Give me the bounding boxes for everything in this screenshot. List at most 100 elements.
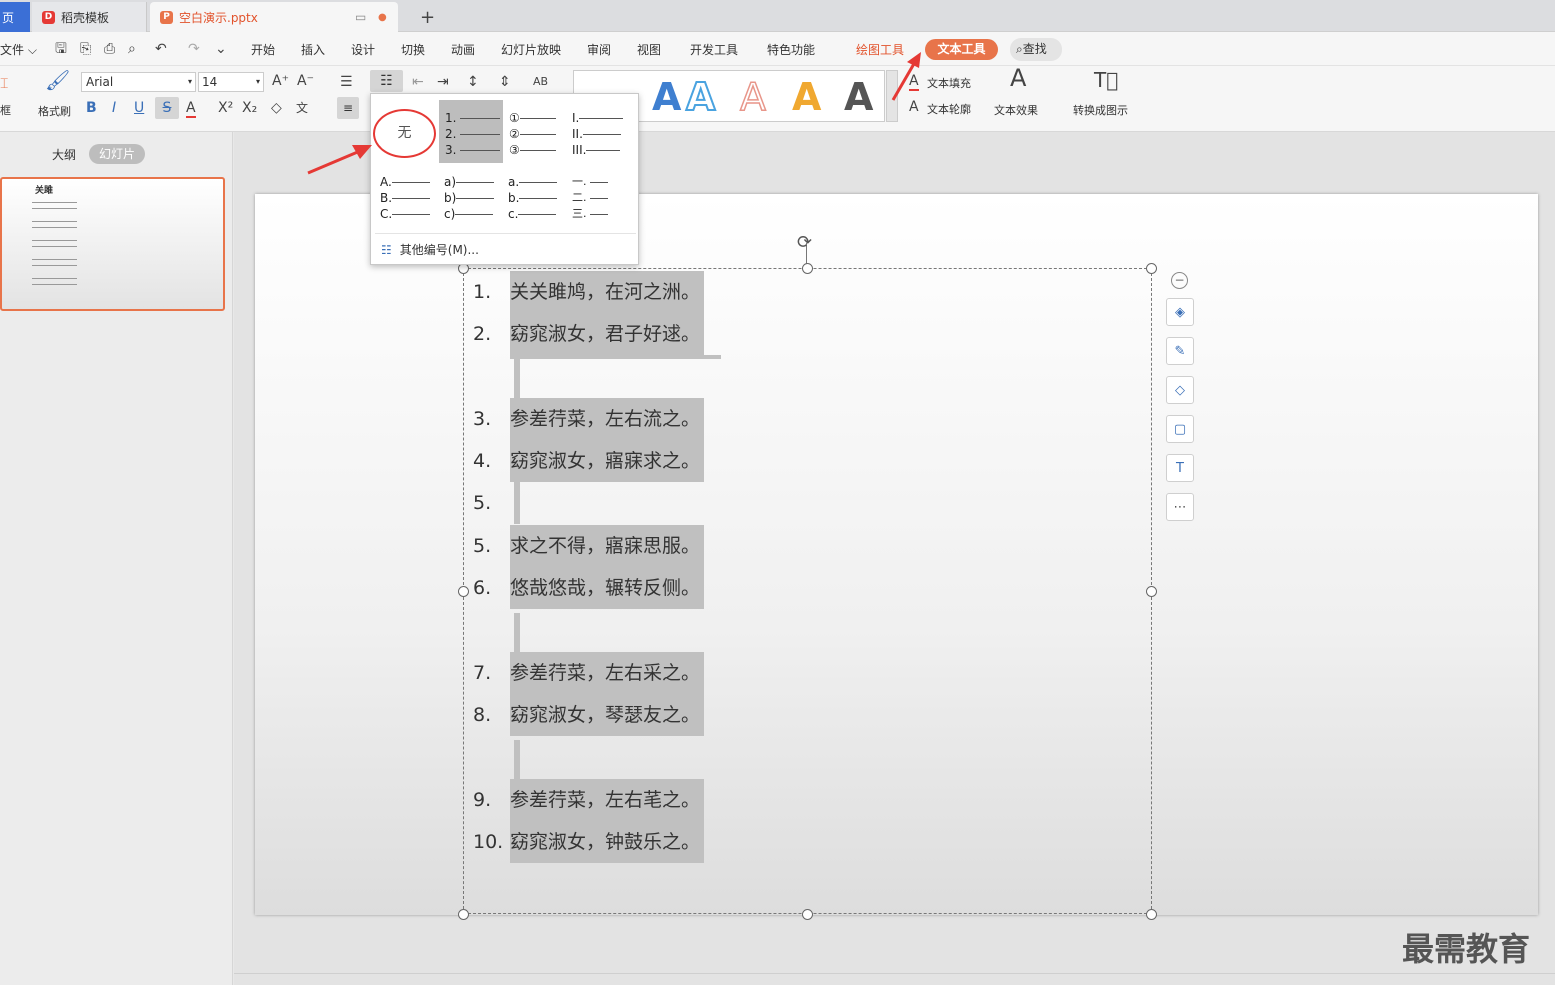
print-icon[interactable]: ⎙ (104, 41, 115, 57)
export-icon[interactable]: ⎘ (80, 41, 91, 57)
outline-tab[interactable]: 大纲 (52, 146, 76, 163)
preview-icon[interactable]: ⌕ (128, 41, 136, 57)
bullet-list-icon[interactable]: ☰ (340, 74, 353, 90)
list-number: 4. (473, 450, 492, 472)
menu-item-4[interactable]: 动画 (451, 41, 475, 58)
menu-text-tools[interactable]: 文本工具 (925, 39, 998, 60)
phonetic-icon[interactable]: 文 (296, 100, 308, 116)
paragraph-spacing-icon[interactable]: ⇕ (499, 74, 511, 90)
numbering-style-1[interactable]: 1. 2. 3. (445, 110, 501, 158)
superscript-icon[interactable]: X² (218, 100, 233, 116)
save-icon[interactable]: 🖫 (55, 41, 67, 57)
italic-icon[interactable]: I (112, 100, 116, 116)
clear-format-icon[interactable]: ◇ (271, 100, 282, 116)
text-effect-label[interactable]: 文本效果 (994, 102, 1038, 118)
numbering-none-option[interactable]: 无 (373, 109, 436, 158)
menu-item-6[interactable]: 审阅 (587, 41, 611, 58)
line-spacing-icon[interactable]: ↕ (467, 74, 479, 90)
collapse-icon[interactable]: − (1171, 272, 1188, 289)
text-direction-icon[interactable]: AB (533, 74, 548, 90)
redo-icon[interactable]: ↷ (188, 41, 200, 57)
more-icon[interactable]: ⋯ (1166, 493, 1194, 521)
list-item[interactable]: 3. 参差荇菜，左右流之。 (473, 398, 705, 440)
increase-indent-icon[interactable]: ⇥ (437, 74, 449, 90)
tab-home[interactable]: 页 (0, 2, 30, 32)
numbering-style-3[interactable]: I. II. III. (572, 110, 624, 158)
list-item[interactable]: 9. 参差荇菜，左右芼之。 (473, 779, 705, 821)
list-item[interactable]: 4. 窈窕淑女，寤寐求之。 (473, 440, 705, 482)
tab-file[interactable]: P 空白演示.pptx ▭ ● (150, 2, 398, 32)
list-item[interactable]: 6. 悠哉悠哉，辗转反侧。 (473, 567, 705, 609)
list-item[interactable]: 8. 窈窕淑女，琴瑟友之。 (473, 694, 705, 736)
format-painter-icon[interactable]: 🖌 (45, 70, 70, 90)
textbox-icon[interactable]: ⌶ (0, 76, 8, 92)
brush-icon[interactable]: ✎ (1166, 337, 1194, 365)
shrink-font-icon[interactable]: A⁻ (297, 73, 314, 89)
menu-item-2[interactable]: 设计 (351, 41, 375, 58)
tab-template[interactable]: D 稻壳模板 (32, 2, 147, 32)
convert-diagram-label[interactable]: 转换成图示 (1073, 102, 1128, 118)
numbering-style-6[interactable]: a. b. c. (508, 174, 558, 222)
grow-font-icon[interactable]: A⁺ (272, 73, 289, 89)
more-numbering-item[interactable]: ☷ 其他编号(M)... (381, 240, 479, 260)
menu-item-3[interactable]: 切换 (401, 41, 425, 58)
font-size-select[interactable]: 14 ▾ (198, 72, 264, 92)
resize-handle-w[interactable] (458, 586, 469, 597)
wordart-style-outline-red[interactable]: A (739, 74, 767, 120)
resize-handle-ne[interactable] (1146, 263, 1157, 274)
menu-item-5[interactable]: 幻灯片放映 (501, 41, 561, 58)
menu-file[interactable]: 文件 ⌵ (0, 41, 37, 58)
list-item[interactable]: 5. 求之不得，寤寐思服。 (473, 525, 705, 567)
rotate-icon[interactable]: ⟳ (797, 232, 812, 253)
fill-icon[interactable]: ◇ (1166, 376, 1194, 404)
slides-tab[interactable]: 幻灯片 (89, 144, 145, 164)
slide-thumbnail[interactable]: 关雎 (0, 177, 225, 311)
convert-diagram-icon[interactable]: T⃞ (1094, 70, 1118, 90)
numbering-style-5[interactable]: a) b) c) (444, 174, 495, 222)
align-left-icon[interactable]: ≡ (337, 97, 359, 119)
wordart-style-gray[interactable]: A (844, 75, 873, 119)
strikethrough-icon[interactable]: S (155, 97, 179, 119)
resize-handle-sw[interactable] (458, 909, 469, 920)
resize-handle-e[interactable] (1146, 586, 1157, 597)
numbering-style-4[interactable]: A. B. C. (380, 174, 431, 222)
wordart-style-outline-blue[interactable]: A (685, 74, 716, 120)
menu-item-7[interactable]: 视图 (637, 41, 661, 58)
numbering-style-7[interactable]: 一. 二. 三. (572, 174, 608, 222)
font-family-value: Arial (86, 75, 114, 89)
subscript-icon[interactable]: X₂ (242, 100, 257, 116)
menu-item-1[interactable]: 插入 (301, 41, 325, 58)
font-color-icon[interactable]: A (186, 100, 196, 118)
monitor-icon[interactable]: ▭ (355, 10, 366, 24)
numbered-list-icon[interactable]: ☷ (370, 70, 403, 92)
search-button[interactable]: ⌕查找 (1010, 38, 1062, 61)
list-item[interactable]: 10. 窈窕淑女，钟鼓乐之。 (473, 821, 705, 863)
menu-item-8[interactable]: 开发工具 (690, 41, 738, 58)
list-number: 5. (473, 535, 492, 557)
wordart-style-blue[interactable]: A (652, 75, 681, 119)
underline-icon[interactable]: U (134, 100, 144, 116)
frame-icon[interactable]: ▢ (1166, 415, 1194, 443)
list-item[interactable]: 5. (473, 482, 520, 524)
undo-icon[interactable]: ↶ (155, 41, 167, 57)
list-item[interactable]: 7. 参差荇菜，左右采之。 (473, 652, 705, 694)
text-fill-label[interactable]: 文本填充 (927, 75, 971, 91)
bold-icon[interactable]: B (86, 100, 97, 116)
font-family-select[interactable]: Arial ▾ (81, 72, 196, 92)
resize-handle-n[interactable] (802, 263, 813, 274)
resize-handle-se[interactable] (1146, 909, 1157, 920)
text-convert-icon[interactable]: T (1166, 454, 1194, 482)
decrease-indent-icon[interactable]: ⇤ (412, 74, 424, 90)
numbering-style-2[interactable]: ① ② ③ (509, 110, 556, 158)
text-outline-label[interactable]: 文本轮廓 (927, 101, 971, 117)
layers-icon[interactable]: ◈ (1166, 298, 1194, 326)
menu-item-9[interactable]: 特色功能 (767, 41, 815, 58)
text-effect-icon[interactable]: A (1010, 66, 1026, 90)
wordart-style-orange[interactable]: A (792, 75, 821, 119)
list-item[interactable]: 1. 关关雎鸠，在河之洲。 (473, 271, 705, 313)
list-item[interactable]: 2. 窈窕淑女，君子好逑。 (473, 313, 705, 355)
resize-handle-s[interactable] (802, 909, 813, 920)
menu-item-0[interactable]: 开始 (251, 41, 275, 58)
customize-icon[interactable]: ⌄ (215, 41, 227, 57)
new-tab-button[interactable]: + (410, 2, 435, 32)
